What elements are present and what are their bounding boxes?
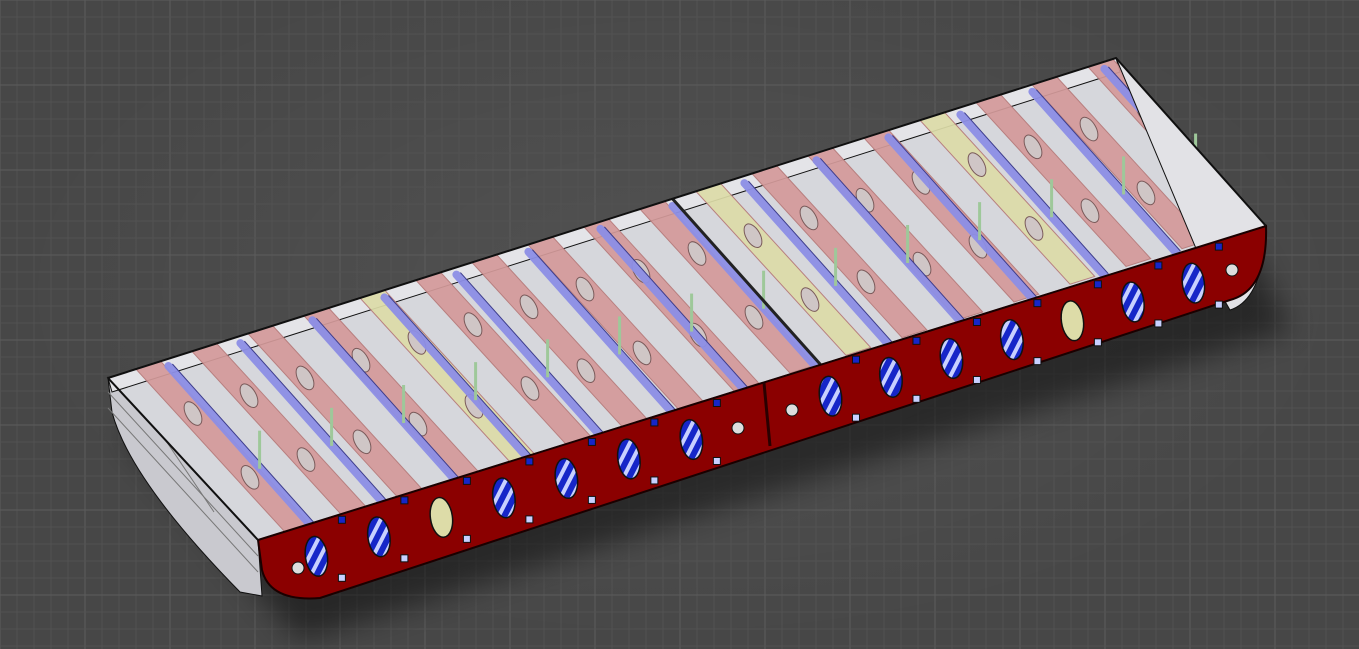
drain-slot xyxy=(525,515,534,524)
bolt-hole xyxy=(1225,263,1239,277)
drain-slot xyxy=(400,554,409,563)
bolt-hole xyxy=(731,421,745,435)
scallop xyxy=(1154,261,1163,270)
scallop xyxy=(972,317,981,326)
drain-slot xyxy=(1093,338,1102,347)
scallop xyxy=(525,457,534,466)
scallop xyxy=(851,355,860,364)
scallop xyxy=(587,437,596,446)
scallop xyxy=(1093,280,1102,289)
drain-slot xyxy=(1154,319,1163,328)
bolt-hole xyxy=(291,561,305,575)
drain-slot xyxy=(462,534,471,543)
scallop xyxy=(462,476,471,485)
bolt-hole xyxy=(785,403,799,417)
drain-slot xyxy=(337,573,346,582)
scallop xyxy=(712,398,721,407)
scallop xyxy=(650,418,659,427)
drain-slot xyxy=(1033,357,1042,366)
drain-slot xyxy=(712,456,721,465)
scallop xyxy=(912,336,921,345)
ship-hull-section-model[interactable] xyxy=(0,0,1359,649)
drain-slot xyxy=(587,495,596,504)
scallop xyxy=(1033,299,1042,308)
scallop xyxy=(1214,242,1223,251)
drain-slot xyxy=(912,394,921,403)
cad-viewport[interactable] xyxy=(0,0,1359,649)
scallop xyxy=(400,496,409,505)
drain-slot xyxy=(972,375,981,384)
drain-slot xyxy=(1214,300,1223,309)
drain-slot xyxy=(851,413,860,422)
scallop xyxy=(337,515,346,524)
drain-slot xyxy=(650,476,659,485)
